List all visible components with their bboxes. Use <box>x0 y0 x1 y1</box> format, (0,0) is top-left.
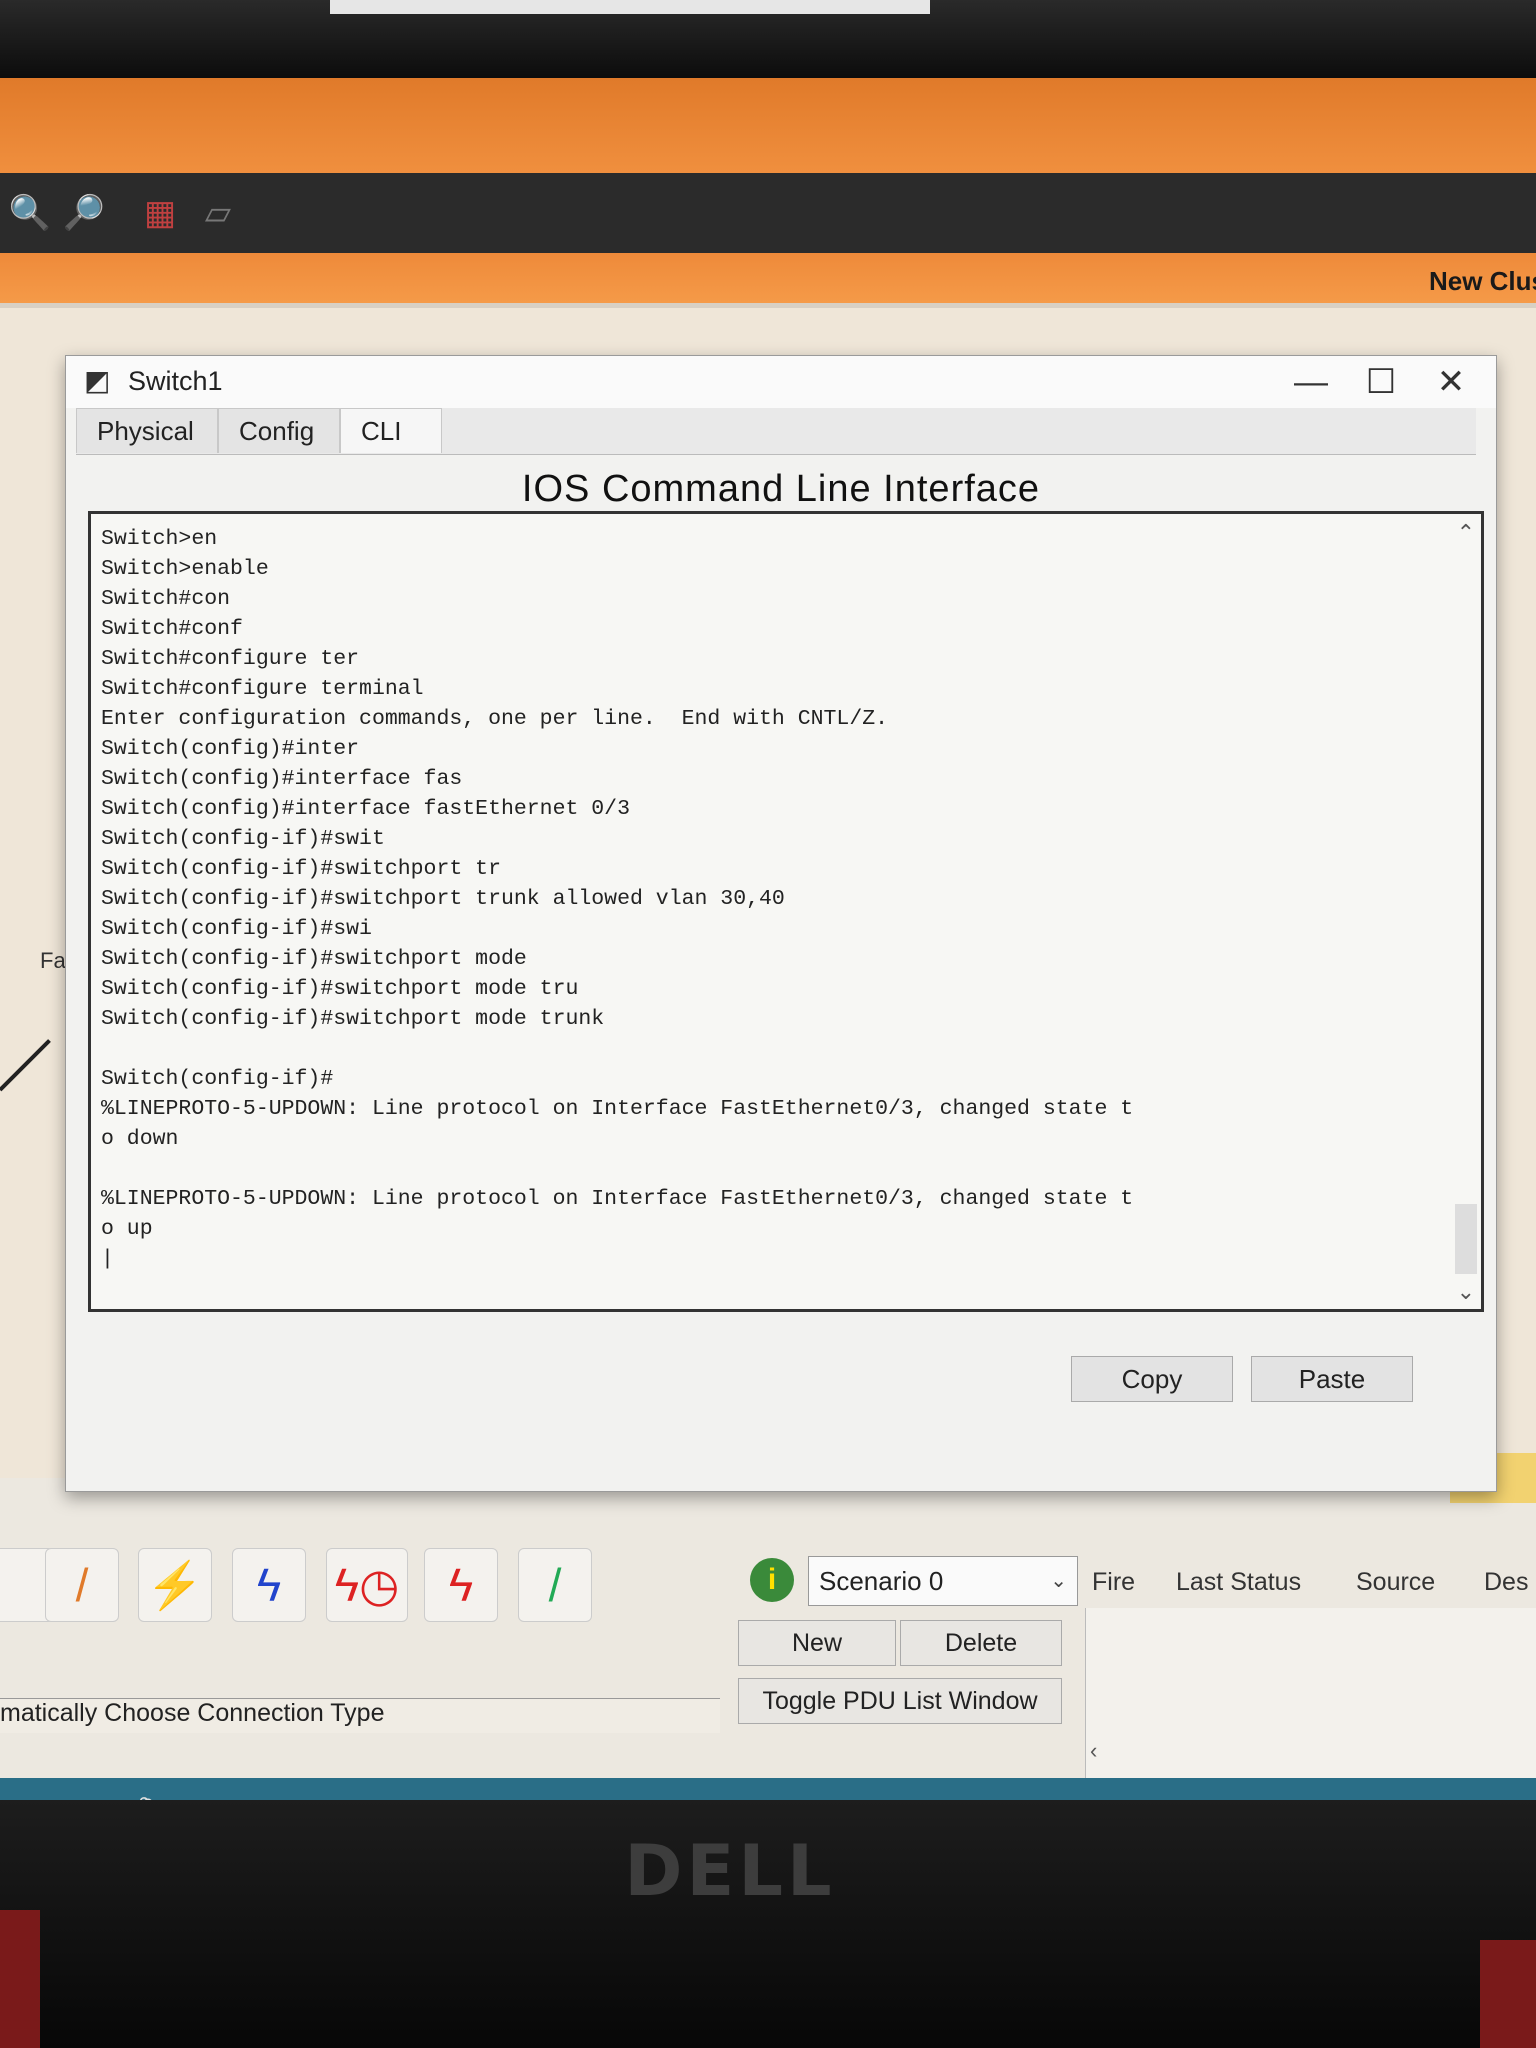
straight-through-icon[interactable]: ϟ <box>232 1548 306 1622</box>
column-header-destination[interactable]: Des <box>1484 1568 1528 1597</box>
toolbar: 🔍 🔎 ▦ ▱ <box>0 173 1536 253</box>
serial-dte-icon[interactable]: ϟ <box>424 1548 498 1622</box>
tab-physical[interactable]: Physical <box>76 408 218 453</box>
store-icon[interactable]: 🛍 <box>124 1790 180 1800</box>
column-header-fire[interactable]: Fire <box>1092 1568 1135 1597</box>
info-icon[interactable]: i <box>750 1558 794 1602</box>
screen: 🔍 🔎 ▦ ▱ New Clus Fa ime / ⚡ ϟ ϟ◷ ϟ / mat… <box>0 78 1536 1800</box>
scenario-select[interactable]: Scenario 0 ⌄ <box>808 1556 1078 1606</box>
connection-type-status: matically Choose Connection Type <box>0 1698 720 1733</box>
dialog-title-bar[interactable]: ◩ Switch1 — ☐ ✕ <box>66 356 1496 408</box>
pdu-list <box>1085 1608 1536 1778</box>
firefox-icon[interactable]: ● <box>332 1790 388 1800</box>
chevron-down-icon: ⌄ <box>1050 1570 1067 1592</box>
tab-cli[interactable]: CLI <box>340 408 442 453</box>
zoom-in-icon[interactable]: 🔍 <box>8 191 52 235</box>
scenario-value: Scenario 0 <box>819 1566 944 1596</box>
new-cluster-button[interactable]: New Clus <box>1429 266 1536 297</box>
paper-strip <box>330 0 930 14</box>
calculator-icon[interactable]: ▦ <box>228 1790 284 1800</box>
zoom-out-icon[interactable]: 🔎 <box>62 191 106 235</box>
dialog-title: Switch1 <box>128 366 223 396</box>
tab-config[interactable]: Config <box>218 408 340 453</box>
logical-workspace-bar <box>0 253 1536 303</box>
maximize-icon[interactable]: ☐ <box>1346 356 1416 408</box>
column-header-source[interactable]: Source <box>1356 1568 1435 1597</box>
scroll-left-icon[interactable]: ‹ <box>1090 1738 1097 1764</box>
delete-scenario-button[interactable]: Delete <box>900 1620 1062 1666</box>
cli-heading: IOS Command Line Interface <box>521 468 1041 510</box>
fiber-icon[interactable]: / <box>518 1548 592 1622</box>
packet-tracer-icon[interactable]: ✉ <box>438 1790 494 1800</box>
scroll-down-icon[interactable]: ⌄ <box>1457 1279 1475 1305</box>
new-scenario-button[interactable]: New <box>738 1620 896 1666</box>
toggle-pdu-list-button[interactable]: Toggle PDU List Window <box>738 1678 1062 1724</box>
link-cable <box>0 1039 51 1092</box>
column-header-last-status[interactable]: Last Status <box>1176 1568 1301 1597</box>
app-header-bar <box>0 78 1536 173</box>
minimize-icon[interactable]: — <box>1276 356 1346 408</box>
close-icon[interactable]: ✕ <box>1416 356 1486 408</box>
switch-icon: ◩ <box>84 365 111 396</box>
desk-object-right <box>1480 1940 1536 2048</box>
cli-console[interactable]: Switch>en Switch>enable Switch#con Switc… <box>88 511 1484 1312</box>
dell-logo: DELL <box>624 1830 836 1912</box>
copy-button[interactable]: Copy <box>1071 1356 1233 1402</box>
link-label: Fa <box>40 948 66 973</box>
console-cable-icon[interactable]: / <box>45 1548 119 1622</box>
auto-connect-icon[interactable]: ⚡ <box>138 1548 212 1622</box>
serial-dce-icon[interactable]: ϟ◷ <box>326 1548 408 1622</box>
desk-object-left <box>0 1910 40 2048</box>
file-explorer-icon[interactable]: 📁 <box>24 1790 80 1800</box>
paste-button[interactable]: Paste <box>1251 1356 1413 1402</box>
scrollbar-thumb[interactable] <box>1455 1204 1477 1274</box>
drawing-icon[interactable]: ▱ <box>196 191 240 235</box>
tab-bar: Physical Config CLI <box>76 408 1476 455</box>
scroll-up-icon[interactable]: ⌃ <box>1457 520 1475 546</box>
switch-dialog: ◩ Switch1 — ☐ ✕ Physical Config CLI IOS … <box>65 355 1497 1492</box>
palette-icon[interactable]: ▦ <box>138 191 182 235</box>
console-output[interactable]: Switch>en Switch>enable Switch#con Switc… <box>101 524 1431 1294</box>
